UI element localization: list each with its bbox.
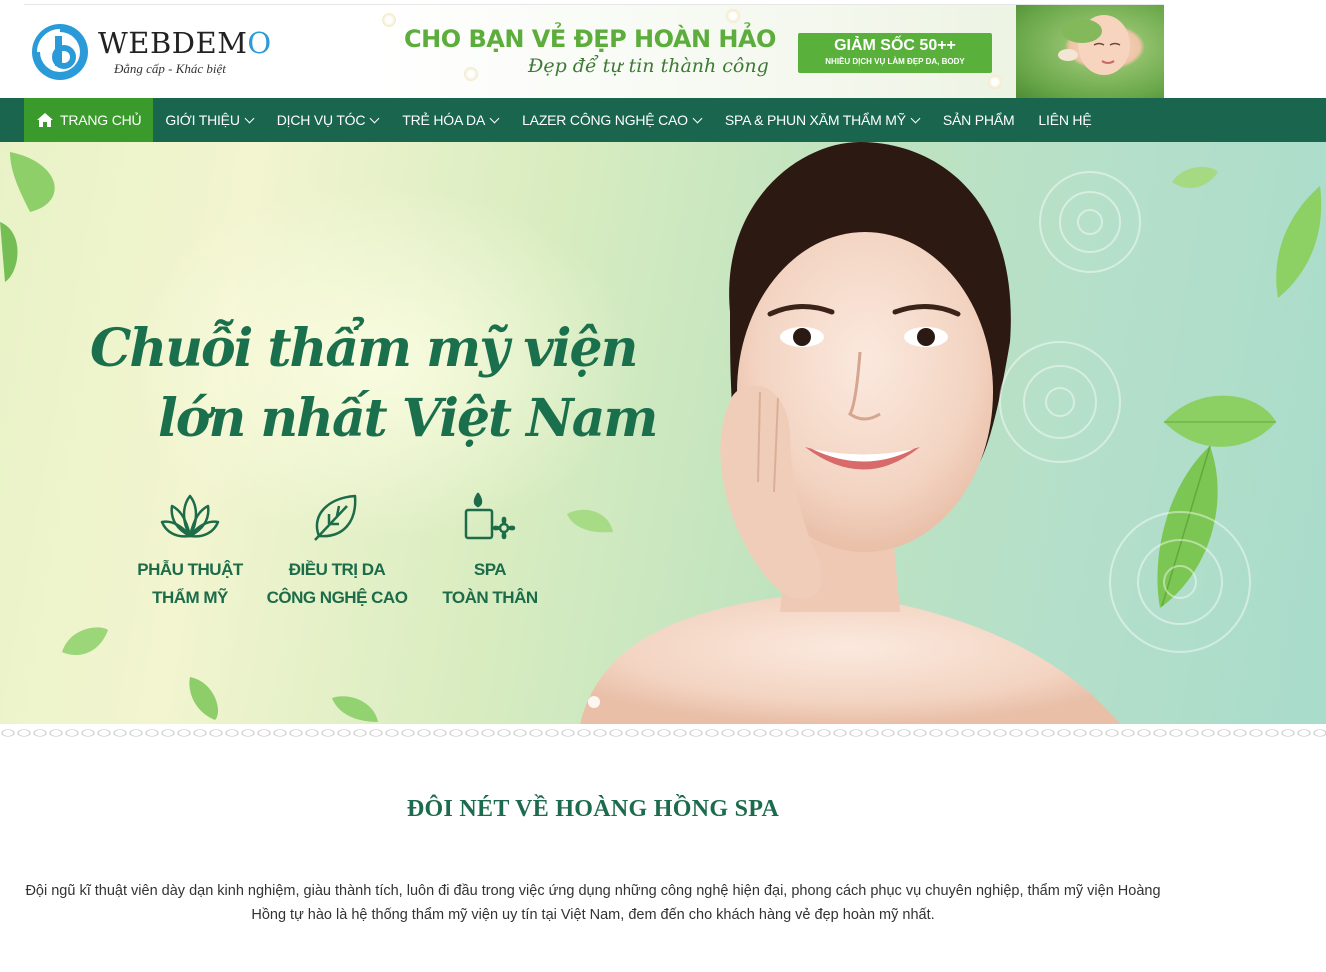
about-section-title: ĐÔI NÉT VỀ HOÀNG HỒNG SPA (406, 796, 780, 822)
logo-name-main: WEBDEM (98, 26, 248, 60)
nav-item-hair-services[interactable]: DỊCH VỤ TÓC (265, 98, 391, 142)
site-header: WEBDEMO Đẳng cấp - Khác biệt CHO BẠN VẺ … (0, 0, 1326, 98)
feature-label-line1: SPA (473, 560, 507, 579)
nav-item-label: SẢN PHẨM (942, 112, 1015, 128)
nav-item-skin-rejuvenation[interactable]: TRẺ HÓA DA (390, 98, 510, 142)
nav-item-label: SPA & PHUN XĂM THẨM MỸ (724, 112, 906, 128)
header-banner[interactable]: CHO BẠN VẺ ĐẸP HOÀN HẢO Đẹp để tự tin th… (376, 5, 1164, 98)
feature-label-line2: CÔNG NGHỆ CAO (266, 588, 408, 607)
spa-face-illustration (1058, 15, 1130, 75)
leaf-icon (314, 494, 357, 541)
home-icon (37, 113, 53, 127)
hero-title-line2: lớn nhất Việt Nam (158, 388, 658, 449)
nav-item-products[interactable]: SẢN PHẨM (931, 98, 1027, 142)
nav-item-label: TRANG CHỦ (60, 112, 142, 128)
feature-full-body-spa: SPA TOÀN THÂN (415, 492, 565, 612)
rose-outline-decoration-icon (999, 171, 1251, 653)
chevron-down-icon (244, 113, 255, 123)
logo-name: WEBDEMO (98, 26, 272, 60)
site-logo[interactable]: WEBDEMO Đẳng cấp - Khác biệt (30, 20, 272, 84)
chevron-down-icon (910, 113, 921, 123)
badge-sub-text: NHIỀU DỊCH VỤ LÀM ĐẸP DA, BODY (825, 57, 965, 66)
nav-item-contact[interactable]: LIÊN HỆ (1026, 98, 1103, 142)
candle-flower-icon (464, 492, 516, 540)
banner-spa-photo (1016, 5, 1164, 98)
nav-item-label: LAZER CÔNG NGHỆ CAO (522, 112, 688, 128)
chevron-down-icon (489, 113, 500, 123)
leaf-decoration-icon (332, 696, 378, 722)
nav-item-home[interactable]: TRANG CHỦ (24, 98, 154, 142)
chevron-down-icon (692, 113, 703, 123)
flower-decoration (988, 75, 1002, 89)
nav-item-spa-tattoo[interactable]: SPA & PHUN XĂM THẨM MỸ (713, 98, 931, 142)
feature-label-line2: TOÀN THÂN (442, 588, 538, 607)
hero-title-line1: Chuỗi thẩm mỹ viện (90, 318, 638, 379)
logo-slogan: Đẳng cấp - Khác biệt (114, 61, 226, 76)
nav-item-label: LIÊN HỆ (1038, 112, 1092, 128)
feature-label-line2: THẨM MỸ (152, 588, 228, 607)
feature-plastic-surgery: PHẪU THUẬT THẨM MỸ (115, 492, 265, 612)
hero-title: Chuỗi thẩm mỹ viện lớn nhất Việt Nam (90, 314, 658, 454)
feature-label-line1: ĐIỀU TRỊ DA (288, 560, 386, 579)
leaf-decoration-icon (0, 152, 55, 282)
chevron-down-icon (369, 113, 380, 123)
nav-list: TRANG CHỦ GIỚI THIỆU DỊCH VỤ TÓC TRẺ HÓA… (24, 98, 1103, 142)
flower-decoration (726, 9, 740, 23)
nav-item-about[interactable]: GIỚI THIỆU (153, 98, 264, 142)
lotus-icon (160, 494, 220, 538)
banner-discount-badge: GIẢM SỐC 50++ NHIỀU DỊCH VỤ LÀM ĐẸP DA, … (798, 33, 992, 73)
about-text-line1: Đội ngũ kĩ thuật viên dày dạn kinh nghiệ… (25, 883, 1161, 899)
section-divider (0, 728, 1326, 746)
leaf-decoration-icon (189, 677, 218, 720)
badge-main-text: GIẢM SỐC 50++ (834, 37, 956, 54)
feature-label-line1: PHẪU THUẬT (137, 560, 243, 579)
feature-label: SPA TOÀN THÂN (415, 556, 565, 612)
feature-label: PHẪU THUẬT THẨM MỸ (115, 556, 265, 612)
about-text-line2: Hồng tự hào là hệ thống thẩm mỹ viện uy … (251, 907, 935, 923)
feature-skin-treatment: ĐIỀU TRỊ DA CÔNG NGHỆ CAO (262, 492, 412, 612)
hero-slider[interactable]: Chuỗi thẩm mỹ viện lớn nhất Việt Nam PHẪ… (0, 142, 1326, 724)
about-section-text: Đội ngũ kĩ thuật viên dày dạn kinh nghiệ… (20, 879, 1166, 927)
feature-label: ĐIỀU TRỊ DA CÔNG NGHỆ CAO (262, 556, 412, 612)
banner-subtitle: Đẹp để tự tin thành công (528, 55, 769, 77)
banner-title: CHO BẠN VẺ ĐẸP HOÀN HẢO (404, 25, 776, 53)
logo-mark-icon (32, 24, 88, 80)
nav-item-laser[interactable]: LAZER CÔNG NGHỆ CAO (510, 98, 713, 142)
nav-item-label: TRẺ HÓA DA (402, 112, 486, 128)
nav-item-label: DỊCH VỤ TÓC (276, 112, 366, 128)
logo-name-accent: O (247, 26, 272, 60)
nav-item-label: GIỚI THIỆU (165, 112, 240, 128)
flower-decoration (464, 67, 478, 81)
leaf-decoration-icon (62, 627, 108, 656)
main-nav: TRANG CHỦ GIỚI THIỆU DỊCH VỤ TÓC TRẺ HÓA… (0, 98, 1326, 142)
flower-decoration (382, 13, 396, 27)
slider-dot[interactable] (588, 696, 600, 708)
